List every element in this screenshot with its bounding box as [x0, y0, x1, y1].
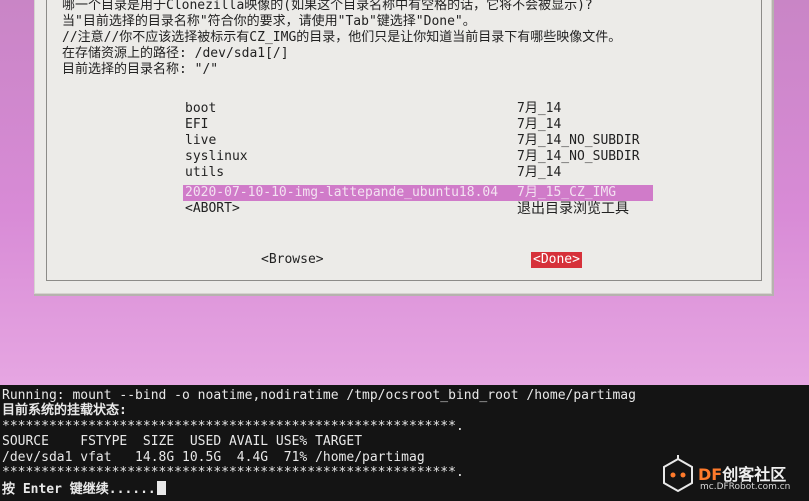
dir-name: live — [185, 133, 217, 148]
prompt-instruction: 当"目前选择的目录名称"符合你的要求，请使用"Tab"键选择"Done"。 — [62, 14, 476, 29]
continue-prompt-text: 按 Enter 键继续...... — [2, 482, 156, 497]
list-item-selected[interactable]: 2020-07-10-10-img-lattepande_ubuntu18.04… — [183, 185, 653, 201]
abort-description: 退出目录浏览工具 — [517, 201, 629, 217]
dir-date: 7月_14 — [517, 101, 562, 116]
robot-logo-icon — [663, 455, 693, 493]
dir-date: 7月_15_CZ_IMG — [517, 185, 617, 200]
prompt-question: 哪一个目录是用于Clonezilla映像的(如果这个目录名称中有空格的话，它将不… — [62, 0, 593, 13]
mount-command-line: Running: mount --bind -o noatime,nodirat… — [2, 388, 636, 403]
dir-name: 2020-07-10-10-img-lattepande_ubuntu18.04 — [185, 185, 499, 200]
dir-date: 7月_14 — [517, 117, 562, 132]
mount-table-header: SOURCE FSTYPE SIZE USED AVAIL USE% TARGE… — [2, 434, 363, 449]
abort-option: <ABORT> — [185, 201, 240, 216]
done-button[interactable]: <Done> — [531, 252, 582, 268]
text-cursor — [156, 481, 166, 495]
separator-line: ****************************************… — [2, 419, 464, 434]
dir-name: utils — [185, 165, 225, 180]
dir-date: 7月_14_NO_SUBDIR — [517, 133, 640, 148]
watermark: DF创客社区 mc.DFRobot.com.cn — [660, 455, 805, 497]
browse-button[interactable]: <Browse> — [259, 252, 326, 268]
separator-line: ****************************************… — [2, 465, 464, 480]
directory-select-dialog: 哪一个目录是用于Clonezilla映像的(如果这个目录名称中有空格的话，它将不… — [34, 0, 774, 296]
dir-date: 7月_14_NO_SUBDIR — [517, 149, 640, 164]
continue-prompt: 按 Enter 键继续...... — [2, 481, 166, 498]
dir-name: EFI — [185, 117, 209, 132]
dialog-frame: 哪一个目录是用于Clonezilla映像的(如果这个目录名称中有空格的话，它将不… — [46, 0, 762, 281]
dir-date: 7月_14 — [517, 165, 562, 180]
mount-status-heading: 目前系统的挂载状态: — [2, 403, 127, 418]
dir-name: syslinux — [185, 149, 248, 164]
storage-path: 在存储资源上的路径: /dev/sda1[/] — [62, 46, 289, 61]
prompt-warning: //注意//你不应该选择被标示有CZ_IMG的目录，他们只是让你知道当前目录下有… — [62, 30, 622, 45]
current-dir-name: 目前选择的目录名称: "/" — [62, 62, 219, 77]
mount-table-row: /dev/sda1 vfat 14.8G 10.5G 4.4G 71% /hom… — [2, 450, 425, 465]
dir-name: boot — [185, 101, 217, 116]
watermark-url: mc.DFRobot.com.cn — [700, 482, 791, 492]
